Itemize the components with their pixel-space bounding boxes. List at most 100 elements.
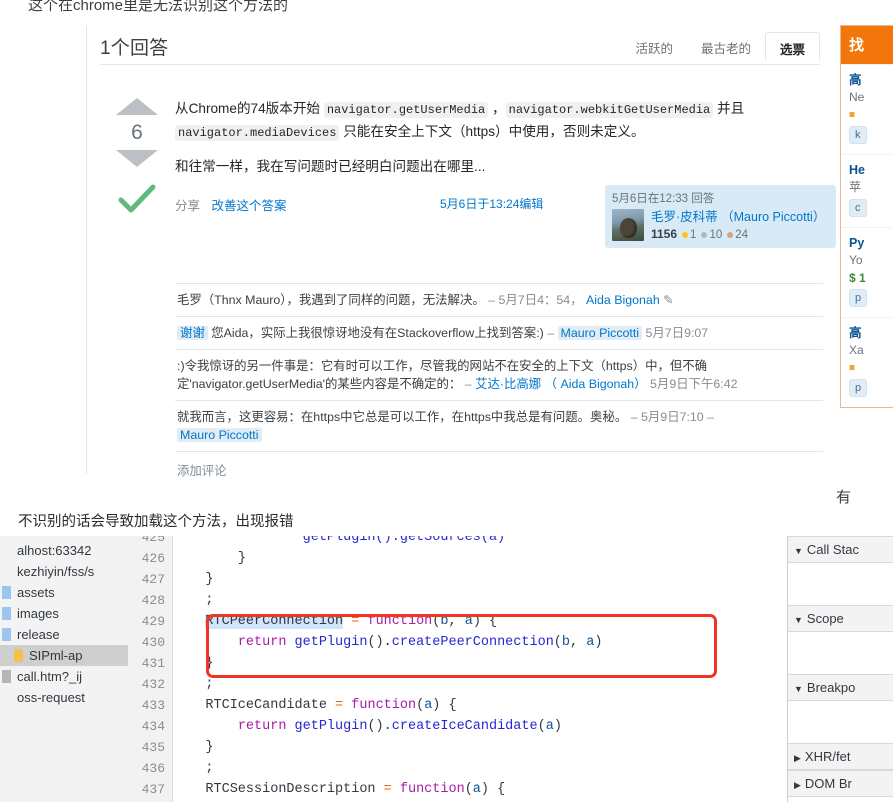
- bronze-dot-icon: [727, 231, 734, 238]
- answer-sort-tabs[interactable]: 活跃的 最古老的 选票: [621, 32, 820, 61]
- code-line[interactable]: return getPlugin().createIceCandidate(a): [173, 716, 788, 737]
- tree-item[interactable]: release: [0, 624, 128, 645]
- code-line[interactable]: RTCSessionDescription = function(a) {: [173, 779, 788, 800]
- comment-author-alt[interactable]: （ Aida Bigonah）: [545, 377, 647, 391]
- tree-item[interactable]: call.htm?_ij: [0, 666, 128, 687]
- code-token: ,: [448, 614, 465, 629]
- devtools-source-editor[interactable]: 425 426 427 428 429 430 431 432 433 434 435 436 437 …: [128, 536, 788, 802]
- code-token: }: [205, 572, 214, 587]
- code-line[interactable]: }: [173, 653, 788, 674]
- gold-badge: 1: [682, 229, 696, 241]
- code-line[interactable]: }: [173, 548, 788, 569]
- line-number-gutter: 425 426 427 428 429 430 431 432 433 434 435 436 437: [128, 536, 173, 802]
- tab-active[interactable]: 活跃的: [621, 32, 687, 60]
- code-line[interactable]: return getPlugin().createPeerConnection(…: [173, 632, 788, 653]
- answer-text-1a: 从Chrome的74版本开始: [175, 101, 324, 116]
- code-token: b: [440, 614, 449, 629]
- edit-pencil-icon[interactable]: ✎: [663, 293, 673, 307]
- chevron-right-icon: ▶: [794, 780, 801, 790]
- code-token: ,: [570, 635, 587, 650]
- tree-item[interactable]: oss-request: [0, 687, 128, 708]
- tree-item-label: release: [17, 627, 60, 642]
- downvote-arrow-icon[interactable]: [116, 150, 158, 167]
- tree-item-label: kezhiyin/fss/s: [17, 564, 95, 579]
- comment-author-link[interactable]: 艾达·比高娜: [475, 377, 541, 391]
- rail-item-tag[interactable]: p: [849, 289, 868, 307]
- call-stack-section[interactable]: ▼ Call Stac: [788, 536, 893, 563]
- rail-item[interactable]: 高 Ne ⏹ k: [841, 64, 893, 154]
- comment-dash: –: [461, 377, 476, 391]
- line-number: 430: [141, 635, 165, 650]
- tree-item-label: SIPml-ap: [29, 648, 83, 663]
- rail-item-title[interactable]: Py: [849, 236, 893, 251]
- tree-item[interactable]: images: [0, 603, 128, 624]
- rail-item[interactable]: Py Yo $ 1 p: [841, 227, 893, 317]
- tree-item[interactable]: assets: [0, 582, 128, 603]
- devtools-debugger-sidebar[interactable]: ▼ Call Stac ▼ Scope ▼ Breakpo ▶ XHR/fet ▶ DOM…: [787, 536, 893, 802]
- vote-cell[interactable]: 6: [110, 98, 164, 219]
- answer-text-1c: 并且: [713, 101, 745, 116]
- code-token: b: [561, 635, 571, 650]
- code-token: (: [537, 719, 546, 734]
- code-line[interactable]: getPlugin().getSources(a): [173, 536, 788, 548]
- user-reputation: 1156 1 10 24: [651, 227, 825, 241]
- code-line[interactable]: ;: [173, 674, 788, 695]
- code-getusermedia: navigator.getUserMedia: [323, 102, 489, 118]
- devtools-file-tree[interactable]: alhost:63342 kezhiyin/fss/s assets image…: [0, 536, 129, 802]
- rail-item-title[interactable]: 高: [849, 326, 893, 341]
- rail-item-tag[interactable]: c: [849, 199, 867, 217]
- rail-item[interactable]: 高 Xa ⏹ p: [841, 317, 893, 407]
- breakpoints-section[interactable]: ▼ Breakpo: [788, 674, 893, 701]
- answer-paragraph-1: 从Chrome的74版本开始 navigator.getUserMedia ， n…: [175, 98, 815, 144]
- dom-breakpoints-section[interactable]: ▶ DOM Br: [788, 770, 893, 797]
- tree-item-label: alhost:63342: [17, 543, 92, 558]
- answer-text-1b: ，: [488, 101, 506, 116]
- accepted-answer-check-icon: [118, 184, 156, 213]
- scope-body: [788, 632, 893, 674]
- comment-highlight-prefix: 谢谢: [177, 326, 208, 340]
- rail-item-tag[interactable]: p: [849, 379, 868, 397]
- tab-oldest[interactable]: 最古老的: [687, 32, 765, 60]
- edited-timestamp[interactable]: 5月6日于13:24编辑: [440, 195, 543, 212]
- code-token: ): [594, 635, 603, 650]
- comment-author-link[interactable]: Aida Bigonah: [586, 293, 660, 307]
- line-number: 434: [141, 719, 165, 734]
- user-name-link[interactable]: 毛罗·皮科蒂 （Mauro Piccotti）: [651, 209, 825, 225]
- grey-square-icon: [2, 670, 11, 683]
- tab-votes[interactable]: 选票: [764, 32, 820, 61]
- rail-item-tag[interactable]: k: [849, 126, 867, 144]
- upvote-arrow-icon[interactable]: [116, 98, 158, 115]
- tree-item[interactable]: kezhiyin/fss/s: [0, 561, 128, 582]
- code-token: }: [237, 551, 246, 566]
- rail-item[interactable]: He 苹 c: [841, 154, 893, 227]
- comment-author-link[interactable]: Mauro Piccotti: [557, 326, 643, 340]
- devtools-panel: alhost:63342 kezhiyin/fss/s assets image…: [0, 536, 893, 802]
- add-comment-link[interactable]: 添加评论: [175, 451, 823, 478]
- line-number: 432: [141, 677, 165, 692]
- share-link[interactable]: 分享: [175, 199, 200, 213]
- avatar[interactable]: [612, 209, 644, 241]
- code-content[interactable]: getPlugin().getSources(a) } } ; RTCPeerC…: [173, 536, 788, 797]
- code-line[interactable]: RTCIceCandidate = function(a) {: [173, 695, 788, 716]
- tree-item-selected[interactable]: SIPml-ap: [0, 645, 128, 666]
- code-token: =: [383, 782, 392, 797]
- scope-section[interactable]: ▼ Scope: [788, 605, 893, 632]
- right-sidebar-rail: 找 高 Ne ⏹ k He 苹 c Py Yo $ 1 p 高 Xa ⏹ p: [836, 25, 893, 493]
- tree-item[interactable]: alhost:63342: [0, 540, 128, 561]
- code-token: ): [553, 719, 562, 734]
- code-line[interactable]: }: [173, 569, 788, 590]
- rail-item-title[interactable]: He: [849, 163, 893, 178]
- comment-item: 就我而言，这更容易：在https中它总是可以工作，在https中我总是有问题。奥…: [175, 400, 823, 451]
- code-token: return: [237, 635, 287, 650]
- xhr-breakpoints-section[interactable]: ▶ XHR/fet: [788, 743, 893, 770]
- file-icon: [14, 649, 23, 662]
- rail-item-title[interactable]: 高: [849, 73, 893, 88]
- rail-below-text: 有: [836, 489, 852, 506]
- code-line[interactable]: ;: [173, 758, 788, 779]
- comment-author-link[interactable]: Mauro Piccotti: [177, 428, 262, 442]
- code-line[interactable]: }: [173, 737, 788, 758]
- improve-answer-link[interactable]: 改善这个答案: [212, 199, 287, 213]
- code-line[interactable]: RTCPeerConnection = function(b, a) {: [173, 611, 788, 632]
- code-line[interactable]: ;: [173, 590, 788, 611]
